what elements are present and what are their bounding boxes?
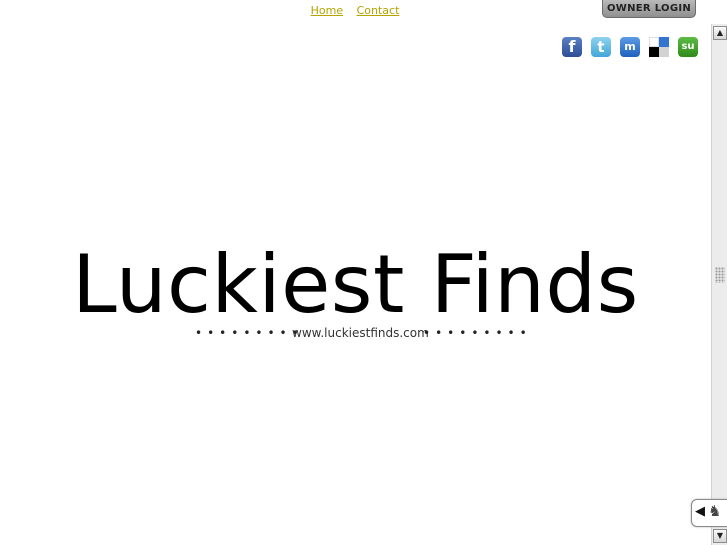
mascot-icon: ♞ (708, 502, 722, 520)
myspace-icon[interactable]: m (620, 37, 640, 57)
scroll-down-button[interactable]: ▼ (713, 529, 727, 543)
arrow-left-icon: ◀ (695, 504, 705, 519)
delicious-quadrant (659, 47, 669, 57)
facebook-icon[interactable]: f (562, 37, 582, 57)
page: Home Contact OWNER LOGIN f t m su Luckie… (0, 0, 727, 545)
scroll-up-button[interactable]: ▲ (713, 26, 727, 40)
vertical-scrollbar[interactable]: ▲ ▼ (711, 24, 727, 545)
delicious-quadrant (659, 37, 669, 47)
site-title: Luckiest Finds (72, 238, 639, 331)
twitter-icon[interactable]: t (591, 37, 611, 57)
owner-login-button[interactable]: OWNER LOGIN (602, 0, 696, 18)
stumbleupon-icon[interactable]: su (678, 37, 698, 57)
delicious-quadrant (649, 47, 659, 57)
dots-divider-left: ••••••••• (195, 326, 304, 340)
floating-widget-tab[interactable]: ◀ ♞ (691, 499, 727, 527)
home-link[interactable]: Home (311, 4, 343, 17)
delicious-icon[interactable] (649, 37, 669, 57)
scroll-thumb-grip[interactable] (715, 267, 725, 283)
contact-link[interactable]: Contact (357, 4, 400, 17)
delicious-quadrant (649, 37, 659, 47)
site-url-row: ••••••••• www.luckiestfinds.com ••••••••… (195, 325, 527, 341)
dots-divider-right: ••••••••• (423, 326, 532, 340)
site-url: www.luckiestfinds.com (292, 326, 429, 340)
